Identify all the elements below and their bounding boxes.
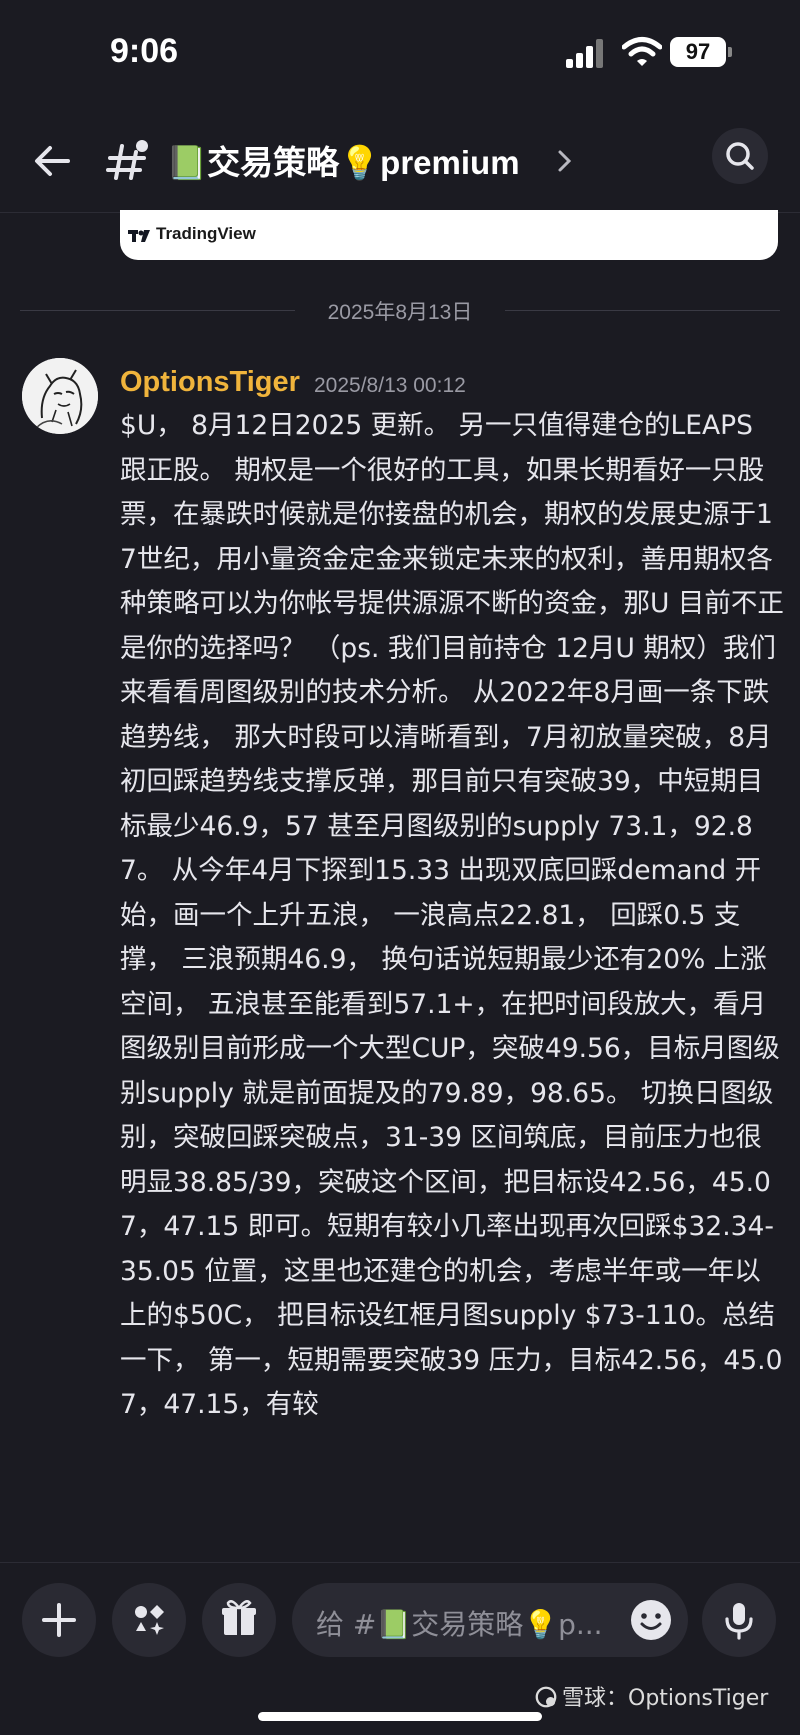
- emoji-icon[interactable]: [628, 1597, 674, 1643]
- tradingview-logo-icon: [128, 230, 150, 242]
- watermark: 雪球：OptionsTiger: [534, 1680, 768, 1712]
- status-bar: 9:06 97: [0, 0, 800, 110]
- date-divider-label: 2025年8月13日: [327, 301, 473, 324]
- avatar[interactable]: [22, 358, 98, 434]
- battery-indicator: 97: [670, 37, 732, 67]
- add-attachment-button[interactable]: [22, 1583, 96, 1657]
- gift-icon: [222, 1600, 256, 1635]
- voice-message-button[interactable]: [702, 1583, 776, 1657]
- message-body: $U， 8月12日2025 更新。 另一只值得建仓的LEAPS 跟正股。 期权是…: [120, 410, 784, 1420]
- cellular-signal-icon: [566, 38, 606, 68]
- home-indicator: [258, 1712, 542, 1721]
- microphone-icon: [725, 1603, 753, 1640]
- message-input[interactable]: 给 #📗交易策略💡p...: [292, 1583, 688, 1657]
- channel-title[interactable]: 📗交易策略💡premium: [166, 136, 520, 184]
- tiger-avatar-image: [22, 358, 98, 434]
- search-button[interactable]: [712, 128, 768, 184]
- apps-icon: [135, 1605, 164, 1635]
- hash-icon: [106, 140, 148, 180]
- date-divider: 2025年8月13日: [20, 296, 780, 326]
- tradingview-embed-card[interactable]: TradingView: [120, 210, 778, 260]
- embed-provider: TradingView: [156, 224, 256, 243]
- snowball-logo-icon: [535, 1686, 557, 1708]
- gift-button[interactable]: [202, 1583, 276, 1657]
- back-arrow-icon[interactable]: [28, 136, 78, 186]
- watermark-text: 雪球：OptionsTiger: [562, 1686, 769, 1711]
- status-time: 9:06: [110, 32, 179, 70]
- message-author[interactable]: OptionsTiger: [120, 366, 300, 399]
- wifi-icon: [622, 37, 662, 66]
- plus-icon: [42, 1603, 76, 1637]
- apps-button[interactable]: [112, 1583, 186, 1657]
- message-timestamp: 2025/8/13 00:12: [314, 374, 466, 397]
- channel-header: 📗交易策略💡premium: [0, 110, 800, 213]
- message-input-placeholder: 给 #📗交易策略💡p...: [316, 1608, 603, 1641]
- chevron-right-icon[interactable]: [552, 146, 578, 176]
- search-icon: [726, 142, 754, 170]
